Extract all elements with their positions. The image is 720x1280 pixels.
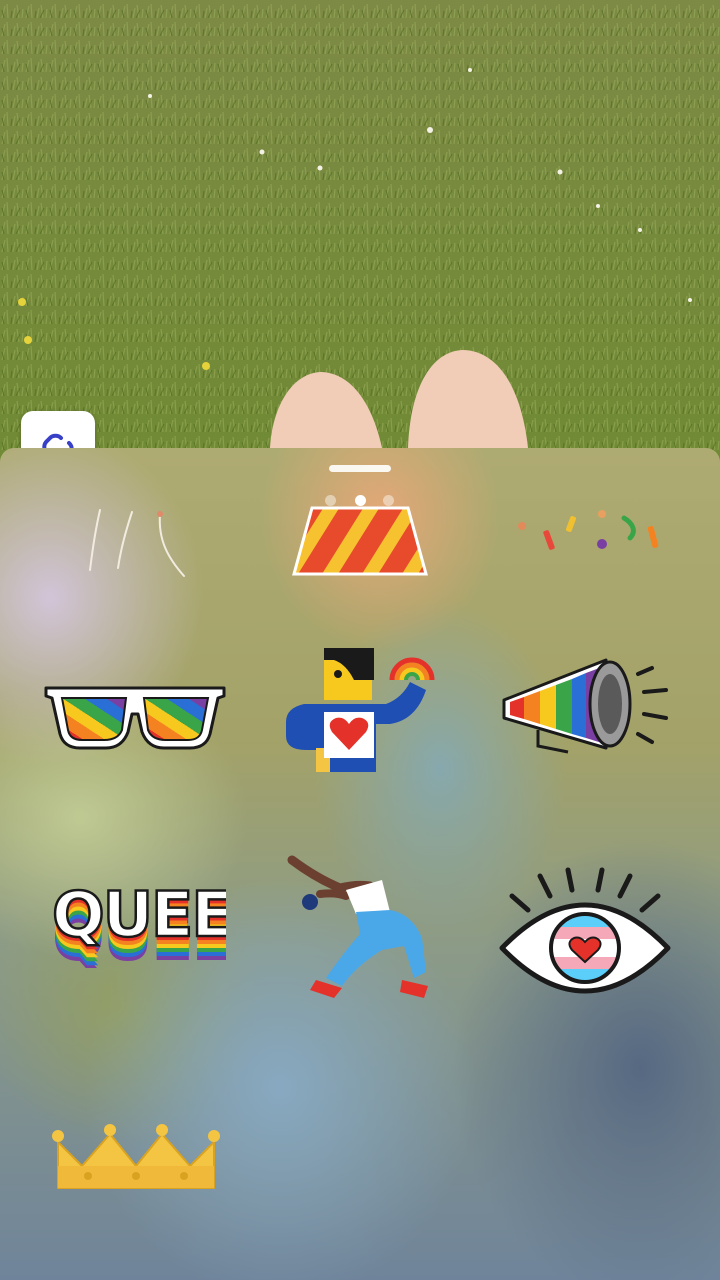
sticker-person-with-rainbow-heart[interactable] xyxy=(280,640,440,774)
sticker-rainbow-megaphone[interactable] xyxy=(498,656,672,760)
sticker-tray-sheet[interactable]: QUEER QUEER QUEER QUEER QUEER QUEER QUEE… xyxy=(0,448,720,1280)
sheet-grabber-handle[interactable] xyxy=(329,465,391,472)
queer-text: QUEER xyxy=(52,886,226,951)
sticker-confetti[interactable] xyxy=(512,510,662,554)
sticker-striped-float[interactable] xyxy=(292,504,428,576)
sticker-streamer-lines[interactable] xyxy=(80,506,200,578)
sticker-rainbow-sunglasses[interactable] xyxy=(42,674,228,752)
sticker-dancer[interactable] xyxy=(286,854,436,1010)
sticker-golden-crown[interactable] xyxy=(52,1122,220,1192)
sticker-queer-text[interactable]: QUEER QUEER QUEER QUEER QUEER QUEER QUEE… xyxy=(46,886,226,968)
sticker-trans-flag-eye[interactable] xyxy=(498,866,672,996)
